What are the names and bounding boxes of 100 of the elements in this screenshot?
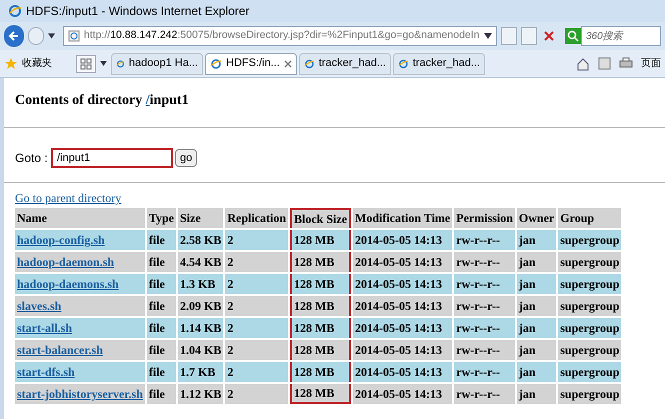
table-cell: file	[146, 318, 176, 338]
table-cell: 128 MB	[290, 274, 352, 294]
table-cell: 2014-05-05 14:13	[353, 340, 452, 360]
table-cell: 2.58 KB	[178, 230, 224, 250]
table-cell: file	[146, 274, 176, 294]
search-field[interactable]: 360搜索	[581, 26, 661, 46]
table-cell: 128 MB	[290, 230, 352, 250]
table-cell: rw-r--r--	[454, 252, 515, 272]
table-cell: 4.54 KB	[178, 252, 224, 272]
favorites-button[interactable]: 收藏夹	[4, 56, 60, 71]
column-header: Replication	[225, 208, 288, 228]
table-cell: 128 MB	[290, 340, 352, 360]
column-header: Name	[15, 208, 145, 228]
goto-field[interactable]: /input1	[51, 148, 174, 168]
table-cell: rw-r--r--	[454, 296, 515, 316]
table-cell: 1.14 KB	[178, 318, 224, 338]
table-cell: 2014-05-05 14:13	[353, 230, 452, 250]
close-icon[interactable]	[284, 60, 292, 68]
table-cell: 2	[225, 230, 288, 250]
table-cell: file	[146, 296, 176, 316]
globe-icon	[304, 58, 315, 70]
feed-icon[interactable]	[598, 57, 611, 70]
browser-tab[interactable]: tracker_had...	[393, 52, 485, 74]
table-cell: supergroup	[558, 230, 622, 250]
browser-tab[interactable]: tracker_had...	[299, 52, 391, 74]
table-cell: 128 MB	[290, 362, 352, 382]
table-cell: 2	[225, 318, 288, 338]
table-cell: jan	[516, 318, 556, 338]
table-cell: jan	[516, 384, 556, 404]
window-title: HDFS:/input1 - Windows Internet Explorer	[26, 3, 250, 20]
table-cell: supergroup	[558, 362, 622, 382]
column-header: Block Size	[290, 208, 352, 228]
tab-grid-button[interactable]	[76, 54, 96, 72]
column-header: Modification Time	[353, 208, 452, 228]
table-cell: 1.7 KB	[178, 362, 224, 382]
table-cell: jan	[516, 252, 556, 272]
table-cell: file	[146, 230, 176, 250]
table-cell: supergroup	[558, 252, 622, 272]
browser-tab[interactable]: HDFS:/in...	[205, 52, 297, 74]
table-cell: 1.12 KB	[178, 384, 224, 404]
caret-icon[interactable]	[484, 33, 492, 39]
table-cell: 2014-05-05 14:13	[353, 274, 452, 294]
column-header: Size	[178, 208, 224, 228]
table-cell: supergroup	[558, 296, 622, 316]
table-cell: rw-r--r--	[454, 274, 515, 294]
table-cell: 2	[225, 252, 288, 272]
table-cell: 2014-05-05 14:13	[353, 318, 452, 338]
table-cell: 128 MB	[290, 296, 352, 316]
table-cell: supergroup	[558, 318, 622, 338]
table-cell: 2014-05-05 14:13	[353, 384, 452, 404]
table-cell: 128 MB	[290, 318, 352, 338]
globe-icon	[210, 58, 222, 70]
table-cell: 2	[225, 340, 288, 360]
table-cell: file	[146, 362, 176, 382]
page-heading: Contents of directory /input1	[15, 92, 190, 110]
table-cell: file	[146, 340, 176, 360]
table-cell: 2.09 KB	[178, 296, 224, 316]
printer-icon[interactable]	[619, 57, 633, 70]
globe-icon	[116, 58, 125, 70]
table-cell: file	[146, 384, 176, 404]
parent-directory-link[interactable]: Go to parent directory	[15, 189, 665, 207]
page-icon	[68, 30, 80, 42]
table-cell: rw-r--r--	[454, 384, 515, 404]
column-header: Type	[146, 208, 176, 228]
table-cell: jan	[516, 274, 556, 294]
address-bar[interactable]: http://10.88.147.242:50075/browseDirectory.jsp?dir=%2Finput1&go=go&namenodeIn	[62, 26, 497, 46]
table-cell: rw-r--r--	[454, 340, 515, 360]
caret-icon[interactable]	[100, 61, 107, 66]
column-header: Group	[558, 208, 622, 228]
table-cell: 2014-05-05 14:13	[353, 362, 452, 382]
table-cell: jan	[516, 230, 556, 250]
column-header: Permission	[454, 208, 515, 228]
table-cell: 2014-05-05 14:13	[353, 296, 452, 316]
table-cell: jan	[516, 296, 556, 316]
grid-icon	[80, 58, 92, 70]
go-button[interactable]: go	[175, 149, 198, 167]
browser-tab[interactable]: hadoop1 Ha...	[111, 52, 203, 74]
table-cell: jan	[516, 362, 556, 382]
home-icon[interactable]	[576, 56, 590, 70]
table-cell: 2	[225, 362, 288, 382]
table-cell: 1.3 KB	[178, 274, 224, 294]
column-header: Owner	[516, 208, 556, 228]
table-cell: rw-r--r--	[454, 230, 515, 250]
page-menu[interactable]: 页面	[641, 56, 661, 71]
table-cell: 2014-05-05 14:13	[353, 252, 452, 272]
star-icon	[4, 56, 18, 70]
caret-icon[interactable]	[48, 33, 55, 39]
table-cell: 1.04 KB	[178, 340, 224, 360]
table-cell: supergroup	[558, 340, 622, 360]
table-cell: supergroup	[558, 274, 622, 294]
table-cell: supergroup	[558, 384, 622, 404]
table-cell: rw-r--r--	[454, 318, 515, 338]
table-cell: 2	[225, 384, 288, 404]
search-icon	[565, 28, 581, 44]
table-cell: 128 MB	[290, 252, 352, 272]
table-cell: jan	[516, 340, 556, 360]
back-button[interactable]	[4, 25, 24, 47]
globe-icon	[8, 4, 22, 18]
globe-icon	[398, 58, 409, 70]
arrow-icon	[8, 30, 20, 42]
